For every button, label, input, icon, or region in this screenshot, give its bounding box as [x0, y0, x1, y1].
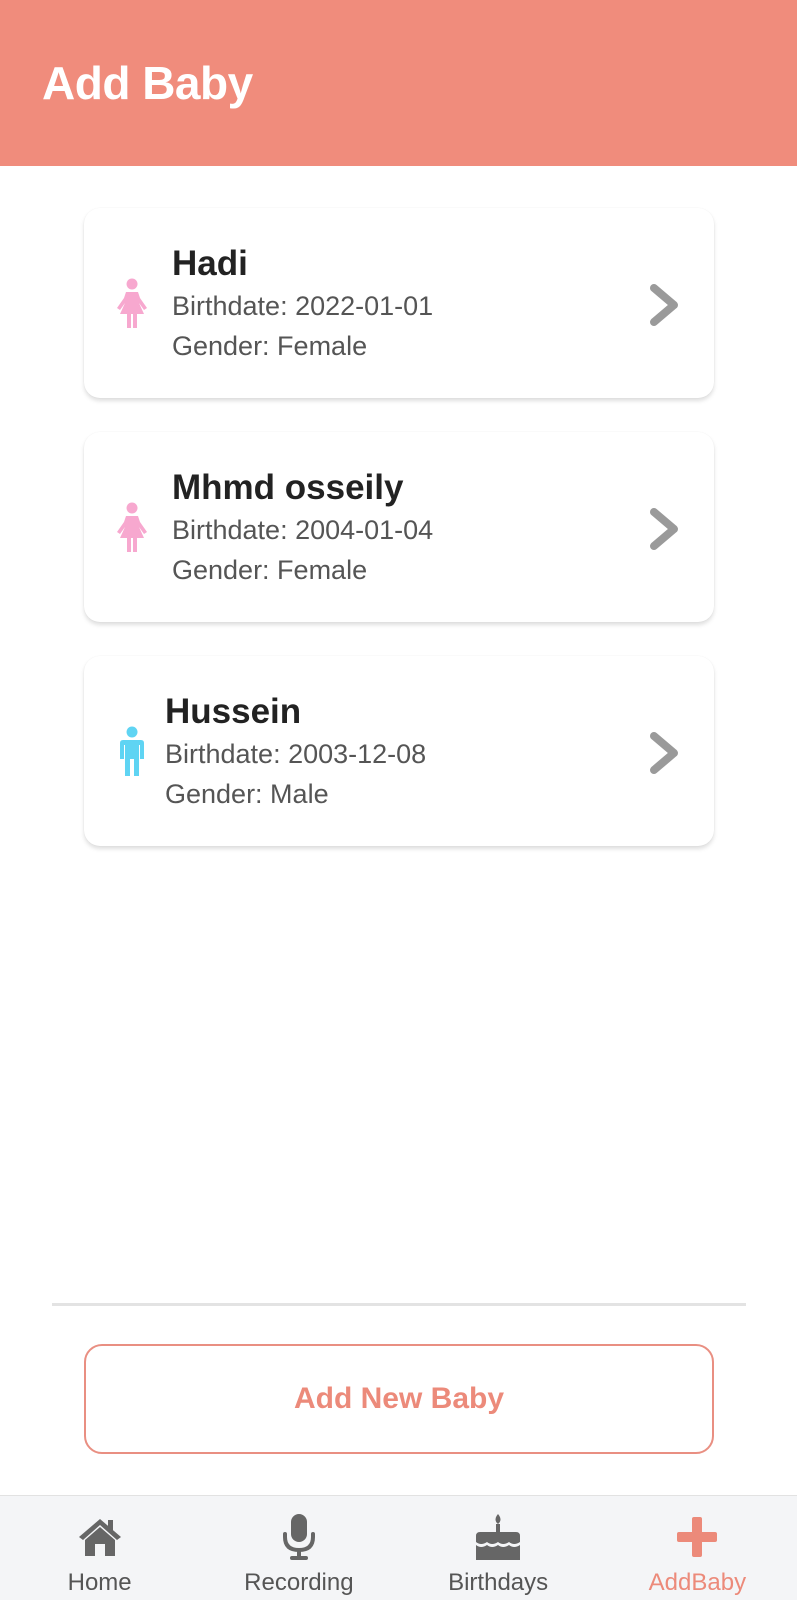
- tab-label: Birthdays: [448, 1569, 549, 1596]
- home-icon: [78, 1519, 121, 1556]
- chevron-right-icon[interactable]: [646, 732, 682, 774]
- app-header: Add Baby: [0, 0, 797, 166]
- tab-recording[interactable]: Recording: [199, 1496, 398, 1600]
- baby-card-hadi[interactable]: Hadi Birthdate: 2022-01-01 Gender: Femal…: [84, 208, 714, 398]
- baby-gender: Gender: Male: [165, 779, 329, 809]
- baby-birthdate: Birthdate: 2022-01-01: [172, 291, 434, 321]
- bottom-tab-bar: Home Recording Birthdays AddBaby: [0, 1495, 797, 1600]
- baby-name: Hadi: [172, 244, 248, 283]
- female-icon: [117, 278, 147, 328]
- tab-label: AddBaby: [648, 1569, 747, 1596]
- baby-card-mhmd-osseily[interactable]: Mhmd osseily Birthdate: 2004-01-04 Gende…: [84, 432, 714, 622]
- tab-label: Recording: [244, 1569, 354, 1596]
- baby-birthdate: Birthdate: 2004-01-04: [172, 515, 434, 545]
- tab-home[interactable]: Home: [0, 1496, 199, 1600]
- chevron-right-icon[interactable]: [646, 508, 682, 550]
- microphone-icon: [282, 1514, 315, 1560]
- baby-gender: Gender: Female: [172, 331, 368, 361]
- female-icon: [117, 502, 147, 552]
- baby-gender: Gender: Female: [172, 555, 368, 585]
- plus-icon: [677, 1517, 718, 1557]
- cake-icon: [476, 1514, 521, 1560]
- page-title: Add Baby: [42, 57, 253, 109]
- baby-list: Hadi Birthdate: 2022-01-01 Gender: Femal…: [84, 208, 714, 880]
- baby-name: Hussein: [165, 692, 302, 731]
- baby-card-hussein[interactable]: Hussein Birthdate: 2003-12-08 Gender: Ma…: [84, 656, 714, 846]
- male-icon: [120, 726, 144, 776]
- tab-addbaby[interactable]: AddBaby: [598, 1496, 797, 1600]
- baby-name: Mhmd osseily: [172, 468, 404, 507]
- baby-birthdate: Birthdate: 2003-12-08: [165, 739, 427, 769]
- divider: [52, 1303, 746, 1306]
- tab-label: Home: [67, 1569, 132, 1596]
- tab-birthdays[interactable]: Birthdays: [399, 1496, 598, 1600]
- chevron-right-icon[interactable]: [646, 284, 682, 326]
- add-new-baby-button[interactable]: Add New Baby: [84, 1344, 714, 1454]
